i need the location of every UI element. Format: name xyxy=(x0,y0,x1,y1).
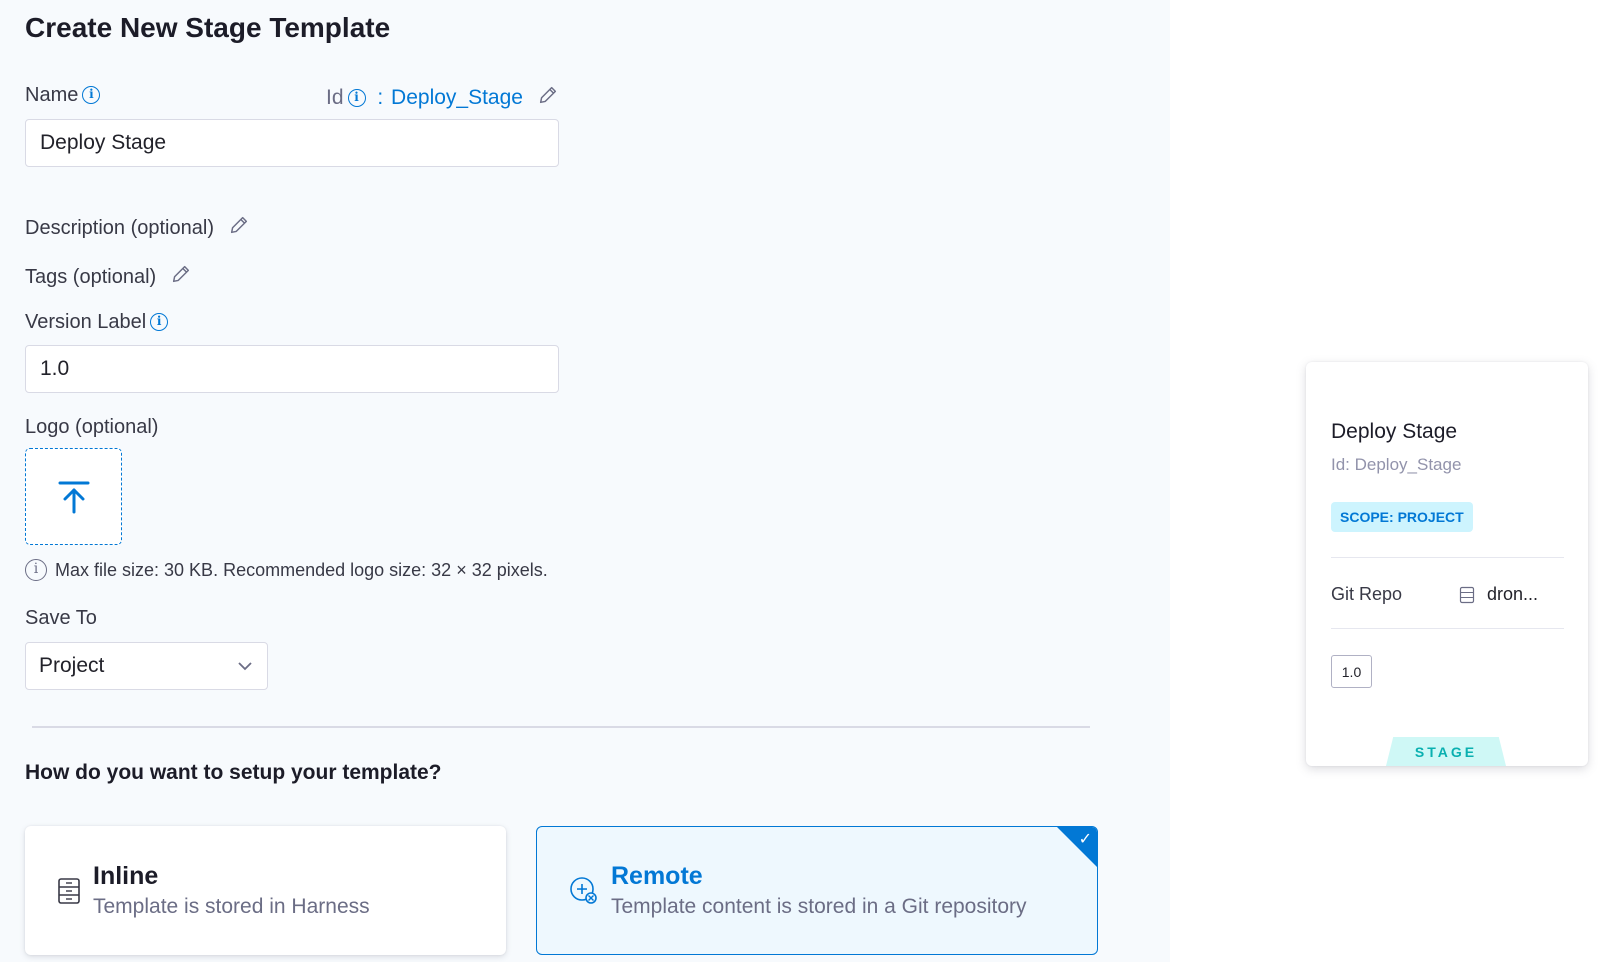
repo-icon xyxy=(1459,586,1475,603)
id-label: Id xyxy=(326,86,344,109)
logo-label: Logo (optional) xyxy=(25,416,159,438)
tags-label: Tags (optional) xyxy=(25,266,157,288)
remote-option-title: Remote xyxy=(611,862,703,890)
preview-version-badge: 1.0 xyxy=(1331,655,1372,688)
logo-upload-box[interactable] xyxy=(25,448,122,545)
template-type-tag: STAGE xyxy=(1386,737,1506,766)
save-to-select[interactable]: Project xyxy=(25,642,268,690)
inline-storage-icon xyxy=(58,877,80,904)
save-to-value: Project xyxy=(39,654,105,677)
remote-git-icon xyxy=(570,876,597,904)
setup-question: How do you want to setup your template? xyxy=(25,761,442,784)
description-pencil-icon[interactable] xyxy=(228,214,250,236)
page-title: Create New Stage Template xyxy=(25,12,391,43)
remote-option-card[interactable]: Remote Template content is stored in a G… xyxy=(536,826,1098,955)
tags-row[interactable]: Tags (optional) xyxy=(25,263,192,289)
name-label-row: Name i xyxy=(25,84,101,107)
version-input[interactable]: 1.0 xyxy=(25,345,559,393)
id-value: Deploy_Stage xyxy=(391,86,523,109)
remote-option-subtitle: Template content is stored in a Git repo… xyxy=(611,895,1027,918)
preview-divider-2 xyxy=(1331,628,1564,629)
name-input[interactable]: Deploy Stage xyxy=(25,119,559,167)
checkmark-icon: ✓ xyxy=(1078,831,1092,848)
description-row[interactable]: Description (optional) xyxy=(25,214,250,240)
logo-hint-text: Max file size: 30 KB. Recommended logo s… xyxy=(55,559,548,580)
inline-option-title: Inline xyxy=(93,862,159,890)
name-info-icon[interactable]: i xyxy=(82,86,101,104)
inline-option-card[interactable]: Inline Template is stored in Harness xyxy=(25,826,506,955)
hint-info-icon: i xyxy=(25,559,47,581)
version-label: Version Label xyxy=(25,311,147,333)
chevron-down-icon xyxy=(238,662,252,671)
git-repo-value-row: dron... xyxy=(1459,584,1538,605)
scope-badge: SCOPE: PROJECT xyxy=(1331,502,1473,532)
inline-option-subtitle: Template is stored in Harness xyxy=(93,895,370,918)
divider xyxy=(32,726,1090,728)
version-info-icon[interactable]: i xyxy=(150,313,169,331)
git-repo-label: Git Repo xyxy=(1331,584,1403,604)
preview-name: Deploy Stage xyxy=(1331,420,1458,443)
save-to-label: Save To xyxy=(25,607,97,629)
description-label: Description (optional) xyxy=(25,217,214,239)
git-repo-value: dron... xyxy=(1487,584,1539,604)
tags-pencil-icon[interactable] xyxy=(170,263,192,285)
name-label: Name xyxy=(25,84,79,106)
id-separator: : xyxy=(377,86,384,109)
template-form-panel: Create New Stage Template Name i Id i : De… xyxy=(0,0,1170,962)
logo-hint: i Max file size: 30 KB. Recommended logo… xyxy=(25,559,548,581)
upload-arrow-icon xyxy=(58,481,89,513)
edit-id-pencil-icon[interactable] xyxy=(537,84,559,106)
id-row: Id i : Deploy_Stage xyxy=(326,84,559,110)
template-preview-card: Deploy Stage Id: Deploy_Stage SCOPE: PRO… xyxy=(1306,362,1588,766)
id-info-icon[interactable]: i xyxy=(347,89,366,107)
preview-divider xyxy=(1331,557,1564,558)
version-label-row: Version Label i xyxy=(25,311,169,334)
preview-id: Id: Deploy_Stage xyxy=(1331,455,1462,474)
